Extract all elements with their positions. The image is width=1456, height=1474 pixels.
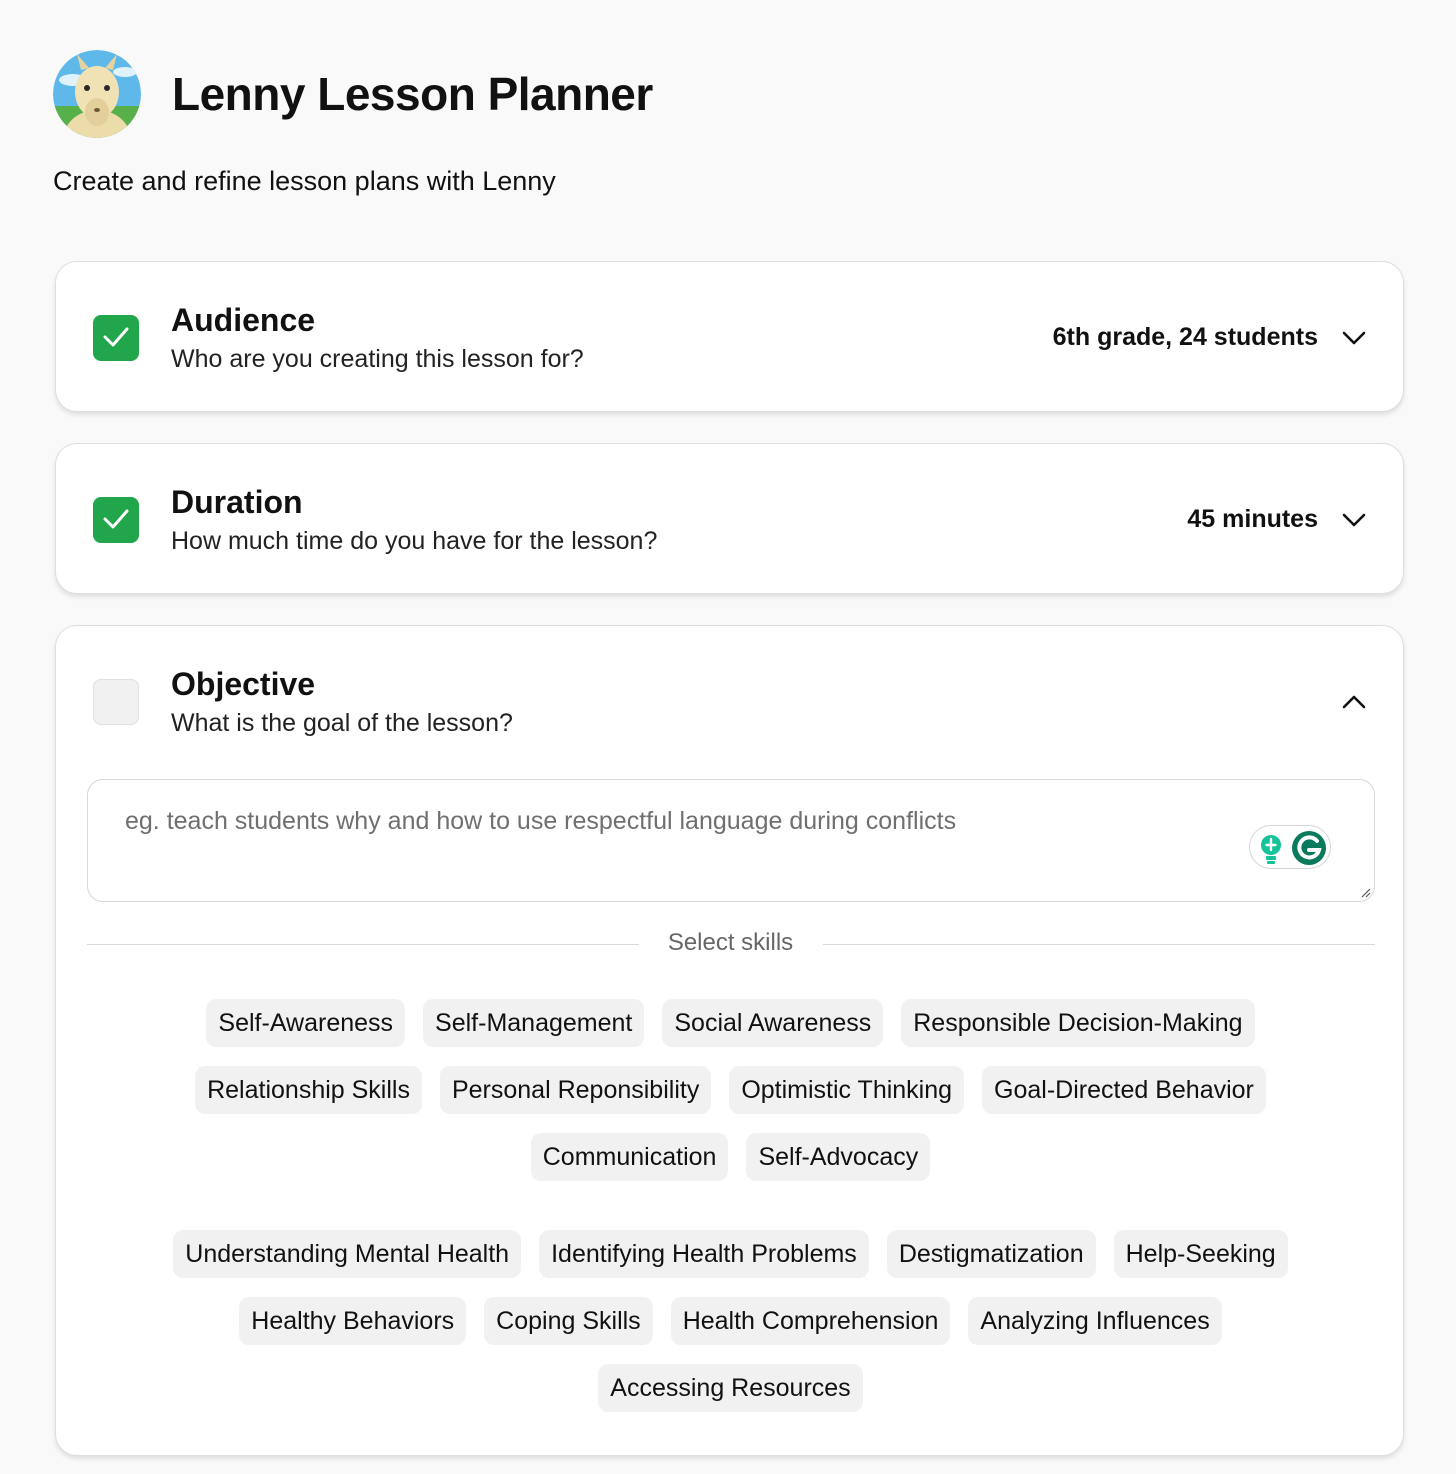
grammarly-widget[interactable]: [1249, 825, 1331, 869]
audience-section: Audience Who are you creating this lesso…: [55, 261, 1404, 412]
resize-grip-icon[interactable]: [1359, 886, 1371, 898]
duration-value: 45 minutes: [1187, 505, 1318, 533]
objective-input[interactable]: eg. teach students why and how to use re…: [87, 779, 1375, 902]
skill-chip[interactable]: Healthy Behaviors: [239, 1297, 467, 1345]
skill-chip[interactable]: Self-Advocacy: [746, 1133, 931, 1181]
skill-chip[interactable]: Communication: [530, 1133, 729, 1181]
objective-title: Objective: [171, 666, 316, 702]
objective-checkbox[interactable]: [93, 679, 139, 725]
llama-avatar-icon: [53, 50, 141, 138]
duration-checkbox[interactable]: [93, 497, 139, 543]
chevron-down-icon[interactable]: [1341, 511, 1367, 529]
audience-value: 6th grade, 24 students: [1052, 323, 1318, 351]
skill-row: Healthy Behaviors Coping Skills Health Com…: [56, 1297, 1405, 1345]
skill-chip[interactable]: Identifying Health Problems: [539, 1230, 869, 1278]
skill-chip[interactable]: Goal-Directed Behavior: [982, 1066, 1266, 1114]
chevron-up-icon[interactable]: [1341, 693, 1367, 711]
page-title: Lenny Lesson Planner: [172, 68, 653, 120]
objective-header[interactable]: Objective What is the goal of the lesson…: [56, 626, 1403, 776]
skill-chip[interactable]: Accessing Resources: [598, 1364, 863, 1412]
duration-description: How much time do you have for the lesson…: [171, 527, 658, 555]
audience-checkbox[interactable]: [93, 315, 139, 361]
skill-chip[interactable]: Responsible Decision-Making: [901, 999, 1255, 1047]
skill-row: Relationship Skills Personal Reponsibilit…: [56, 1066, 1405, 1114]
skill-chip[interactable]: Personal Reponsibility: [439, 1066, 712, 1114]
skill-row: Communication Self-Advocacy: [56, 1133, 1405, 1181]
chevron-down-icon[interactable]: [1341, 329, 1367, 347]
skill-chip[interactable]: Destigmatization: [886, 1230, 1096, 1278]
audience-header[interactable]: Audience Who are you creating this lesso…: [56, 262, 1403, 412]
grammarly-g-icon: [1292, 831, 1326, 865]
audience-description: Who are you creating this lesson for?: [171, 345, 584, 373]
skill-chip[interactable]: Understanding Mental Health: [173, 1230, 522, 1278]
skill-chip[interactable]: Self-Management: [423, 999, 645, 1047]
objective-section: Objective What is the goal of the lesson…: [55, 625, 1404, 1456]
duration-header[interactable]: Duration How much time do you have for t…: [56, 444, 1403, 594]
skill-row: Accessing Resources: [56, 1364, 1405, 1412]
objective-input-placeholder: eg. teach students why and how to use re…: [125, 807, 957, 835]
skill-row: Understanding Mental Health Identifying H…: [56, 1230, 1405, 1278]
audience-title: Audience: [171, 302, 316, 338]
skill-chip[interactable]: Self-Awareness: [206, 999, 406, 1047]
skill-chip[interactable]: Help-Seeking: [1113, 1230, 1288, 1278]
skill-chip[interactable]: Social Awareness: [662, 999, 884, 1047]
skill-chip[interactable]: Coping Skills: [484, 1297, 653, 1345]
skill-chip[interactable]: Health Comprehension: [670, 1297, 951, 1345]
skill-chip[interactable]: Optimistic Thinking: [729, 1066, 965, 1114]
skill-chip[interactable]: Analyzing Influences: [968, 1297, 1222, 1345]
page-subtitle: Create and refine lesson plans with Lenn…: [53, 166, 556, 196]
lightbulb-icon: [1261, 835, 1281, 864]
objective-description: What is the goal of the lesson?: [171, 709, 513, 737]
app-header: Lenny Lesson Planner: [53, 50, 653, 138]
skill-row: Self-Awareness Self-Management Social Awar…: [56, 999, 1405, 1047]
duration-section: Duration How much time do you have for t…: [55, 443, 1404, 594]
skill-chip[interactable]: Relationship Skills: [195, 1066, 422, 1114]
duration-title: Duration: [171, 484, 303, 520]
select-skills-label: Select skills: [667, 929, 794, 956]
